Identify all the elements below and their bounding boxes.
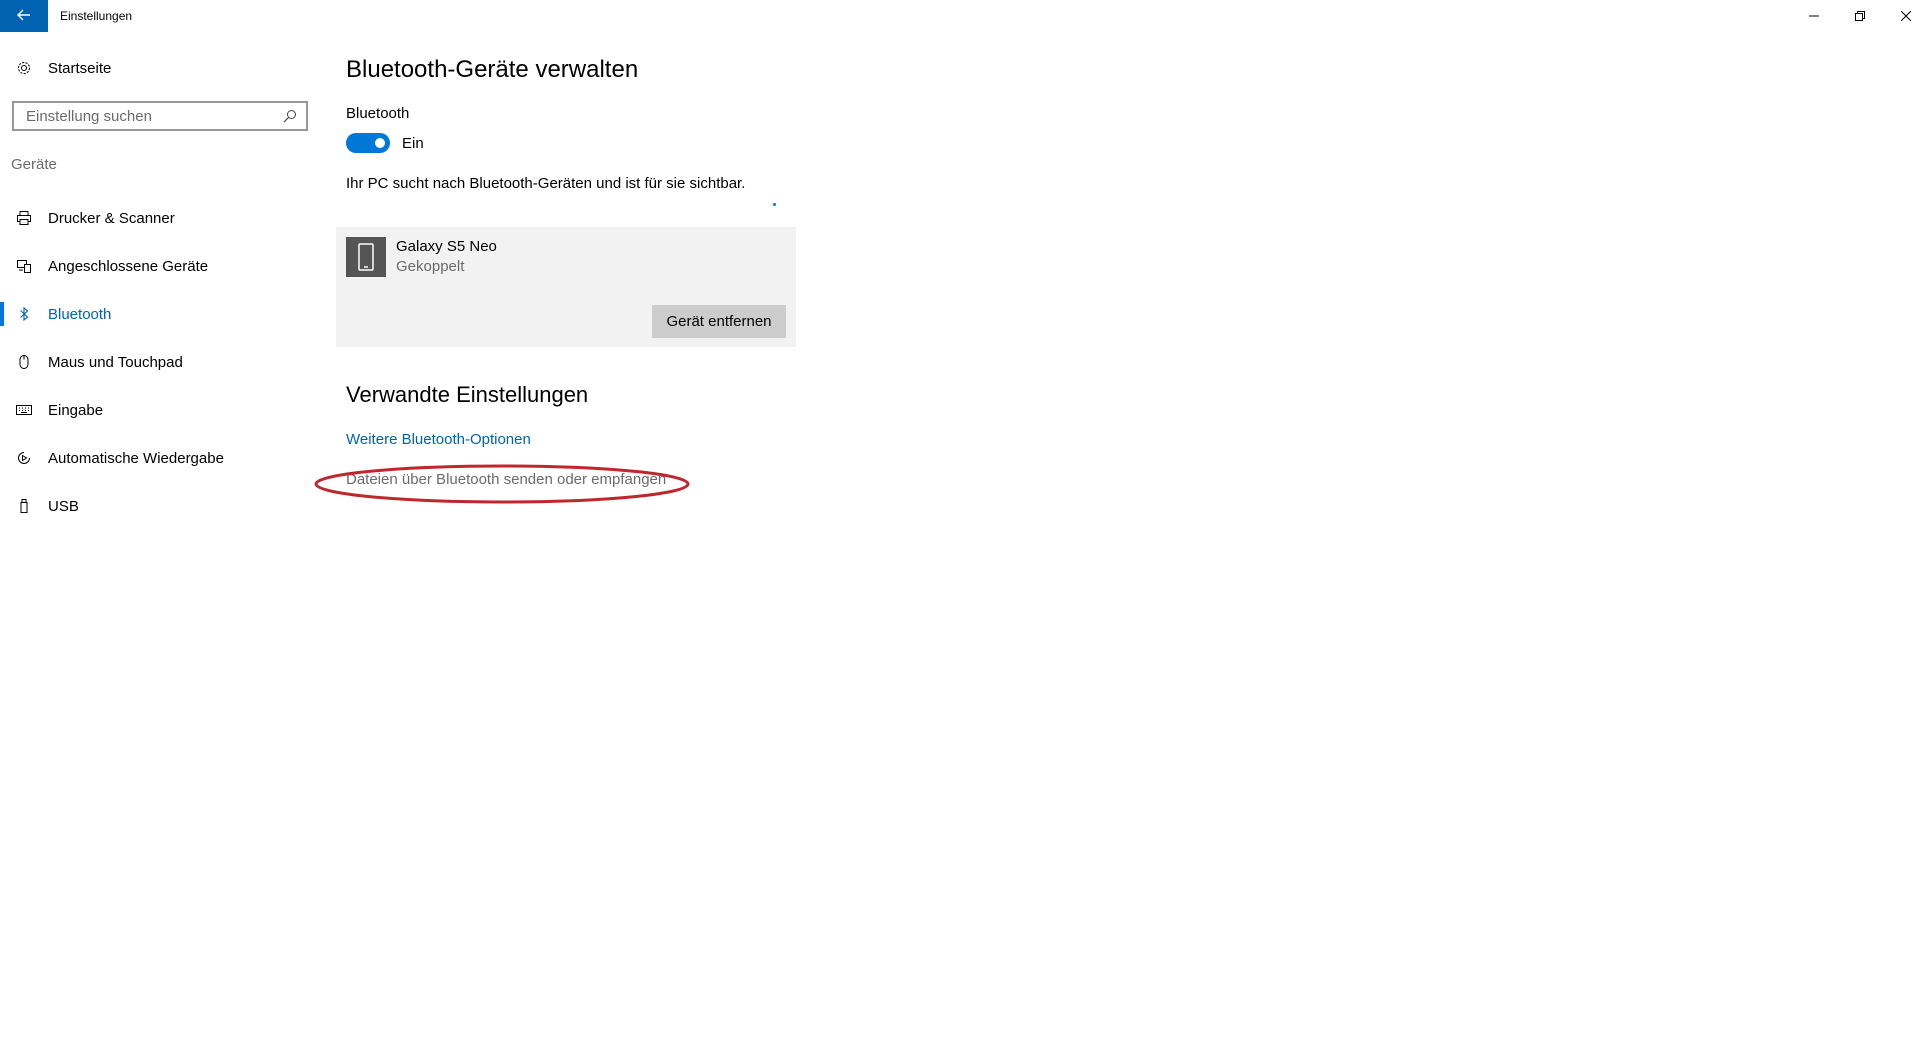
- more-bluetooth-options-link[interactable]: Weitere Bluetooth-Optionen: [346, 431, 531, 448]
- close-icon: [1900, 8, 1912, 24]
- close-button[interactable]: [1883, 0, 1920, 32]
- sidebar-item-usb[interactable]: USB: [0, 482, 320, 530]
- page-title: Bluetooth-Geräte verwalten: [346, 56, 639, 83]
- annotation-ellipse: [314, 464, 690, 504]
- sidebar-item-label: Drucker & Scanner: [48, 209, 175, 227]
- sidebar-item-home[interactable]: Startseite: [12, 56, 111, 80]
- search-icon[interactable]: [278, 104, 302, 128]
- sidebar-item-printers[interactable]: Drucker & Scanner: [0, 194, 320, 242]
- title-bar: Einstellungen: [0, 0, 1920, 32]
- sidebar-item-mouse[interactable]: Maus und Touchpad: [0, 338, 320, 386]
- phone-icon: [346, 237, 386, 277]
- device-status: Gekoppelt: [396, 258, 465, 275]
- sidebar-item-bluetooth[interactable]: Bluetooth: [0, 290, 320, 338]
- status-text: Ihr PC sucht nach Bluetooth-Geräten und …: [346, 175, 746, 192]
- section-label: Geräte: [11, 156, 57, 173]
- devices-icon: [12, 254, 36, 278]
- bluetooth-icon: [12, 302, 36, 326]
- sidebar-item-label: USB: [48, 497, 79, 515]
- minimize-button[interactable]: [1791, 0, 1837, 32]
- bluetooth-toggle[interactable]: [346, 133, 390, 153]
- sidebar-item-label: Automatische Wiedergabe: [48, 449, 224, 467]
- related-settings-title: Verwandte Einstellungen: [346, 382, 589, 407]
- restore-button[interactable]: [1837, 0, 1883, 32]
- sidebar-item-label: Bluetooth: [48, 305, 112, 323]
- sidebar-item-label: Startseite: [48, 59, 112, 77]
- search-box: [12, 101, 308, 131]
- bluetooth-label: Bluetooth: [346, 105, 410, 122]
- remove-device-button[interactable]: Gerät entfernen: [652, 305, 786, 338]
- searching-indicator: [773, 203, 776, 206]
- autoplay-icon: [12, 446, 36, 470]
- sidebar-item-label: Angeschlossene Geräte: [48, 257, 209, 275]
- sidebar-item-connected-devices[interactable]: Angeschlossene Geräte: [0, 242, 320, 290]
- printer-icon: [12, 206, 36, 230]
- sidebar-item-label: Maus und Touchpad: [48, 353, 183, 371]
- window-title: Einstellungen: [60, 9, 133, 23]
- toggle-knob: [375, 138, 385, 148]
- sidebar-item-label: Eingabe: [48, 401, 104, 419]
- minimize-icon: [1809, 8, 1819, 24]
- sidebar-item-typing[interactable]: Eingabe: [0, 386, 320, 434]
- restore-icon: [1855, 8, 1865, 24]
- arrow-left-icon: [17, 6, 31, 27]
- search-input[interactable]: [24, 106, 278, 126]
- device-name: Galaxy S5 Neo: [396, 238, 497, 255]
- gear-icon: [12, 56, 36, 80]
- keyboard-icon: [12, 398, 36, 422]
- mouse-icon: [12, 350, 36, 374]
- sidebar-item-autoplay[interactable]: Automatische Wiedergabe: [0, 434, 320, 482]
- toggle-state-label: Ein: [402, 135, 424, 152]
- back-button[interactable]: [0, 0, 48, 32]
- device-card[interactable]: Galaxy S5 Neo Gekoppelt Gerät entfernen: [336, 227, 796, 347]
- sidebar-nav: Drucker & Scanner Angeschlossene Geräte …: [0, 194, 320, 530]
- usb-icon: [12, 494, 36, 518]
